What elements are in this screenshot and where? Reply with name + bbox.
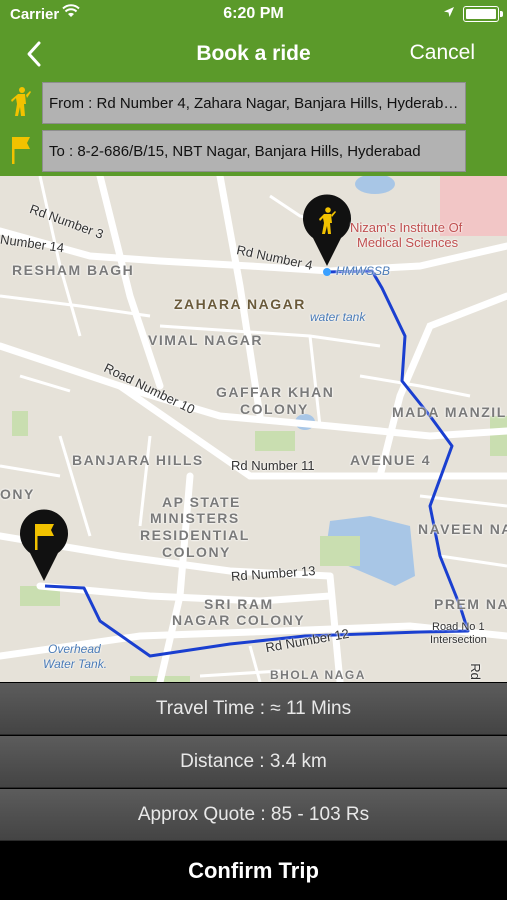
- status-time: 6:20 PM: [223, 5, 284, 22]
- map-label-resham: RESHAM BAGH: [12, 262, 135, 278]
- current-location-dot: [323, 268, 331, 276]
- map-view[interactable]: Rd Number 3 Number 14 RESHAM BAGH Rd Num…: [0, 176, 507, 682]
- map-label-roadno1-b: Intersection: [430, 634, 487, 646]
- map-label-ap-4: COLONY: [162, 544, 231, 560]
- map-label-gaffar-2: COLONY: [240, 401, 309, 417]
- map-label-watertank: water tank: [310, 310, 366, 324]
- map-label-overhead-1: Overhead: [48, 642, 101, 656]
- map-label-banjara: BANJARA HILLS: [72, 452, 204, 468]
- map-label-nims-1: Nizam's Institute Of: [350, 220, 463, 235]
- map-label-rd11: Rd Number 11: [231, 458, 315, 473]
- map-label-sriram-2: NAGAR COLONY: [172, 612, 306, 628]
- cancel-button[interactable]: Cancel: [410, 41, 475, 65]
- water-area: [355, 176, 395, 194]
- nav-bar: Book a ride Cancel: [0, 30, 507, 78]
- map-label-naveen: NAVEEN NA: [418, 521, 507, 537]
- map-label-vimal: VIMAL NAGAR: [148, 332, 264, 348]
- map-label-prem: PREM NA: [434, 596, 507, 612]
- status-bar: Carrier 6:20 PM: [0, 0, 507, 30]
- map-label-hmwssb: HMWSSB: [336, 264, 390, 278]
- start-pin-icon: [303, 194, 352, 266]
- travel-time-row: Travel Time : ≈ 11 Mins: [0, 683, 507, 735]
- from-address-field[interactable]: From : Rd Number 4, Zahara Nagar, Banjar…: [42, 82, 466, 124]
- map-label-ap-3: RESIDENTIAL: [140, 527, 250, 543]
- map-label-rd: Rd: [467, 663, 483, 680]
- battery-icon: [463, 6, 503, 22]
- map-label-sriram-1: SRI RAM: [204, 596, 274, 612]
- destination-pin-icon: [20, 509, 68, 581]
- map-label-overhead-2: Water Tank.: [43, 657, 108, 671]
- map-label-gaffar-1: GAFFAR KHAN: [216, 384, 335, 400]
- map-label-zahara: ZAHARA NAGAR: [174, 296, 306, 312]
- location-arrow-icon: [444, 7, 454, 17]
- to-row: To : 8-2-686/B/15, NBT Nagar, Banjara Hi…: [0, 126, 507, 176]
- quote-row: Approx Quote : 85 - 103 Rs: [0, 789, 507, 841]
- map-label-ony: ONY: [0, 486, 35, 502]
- map-label-nims-2: Medical Sciences: [357, 235, 459, 250]
- from-row: From : Rd Number 4, Zahara Nagar, Banjar…: [0, 78, 507, 126]
- map-label-avenue4: AVENUE 4: [350, 452, 431, 468]
- map-label-mada: MADA MANZIL: [392, 404, 507, 420]
- map-label-ap-1: AP STATE: [162, 494, 241, 510]
- map-label-bhola: BHOLA NAGA: [270, 668, 366, 682]
- to-address-field[interactable]: To : 8-2-686/B/15, NBT Nagar, Banjara Hi…: [42, 130, 466, 172]
- flag-icon: [12, 137, 30, 164]
- distance-row: Distance : 3.4 km: [0, 736, 507, 788]
- confirm-trip-button[interactable]: Confirm Trip: [0, 842, 507, 900]
- map-label-roadno1-a: Road No 1: [432, 621, 485, 633]
- pedestrian-icon: [11, 87, 31, 116]
- map-label-ap-2: MINISTERS: [150, 510, 240, 526]
